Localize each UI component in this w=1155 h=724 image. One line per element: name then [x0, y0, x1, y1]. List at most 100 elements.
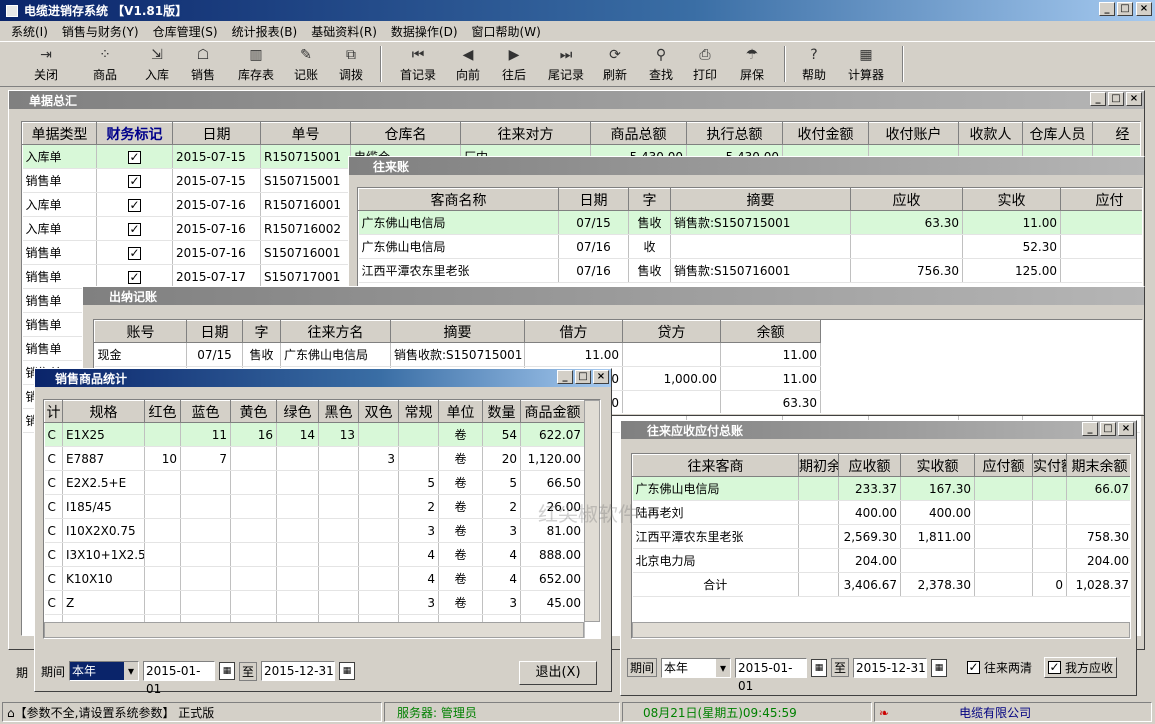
column-header[interactable]: 应收额	[838, 454, 901, 477]
column-header[interactable]: 蓝色	[180, 400, 231, 423]
arap-hscroll[interactable]	[632, 622, 1130, 638]
toolbar-button-3[interactable]: ☖ 销售	[178, 42, 228, 86]
column-header[interactable]: 绿色	[276, 400, 319, 423]
column-header[interactable]: 字	[242, 320, 281, 343]
toolbar-button-5[interactable]: ✎ 记账	[284, 42, 328, 86]
column-header[interactable]: 商品金额	[520, 400, 585, 423]
calendar-icon[interactable]: ▦	[339, 662, 356, 680]
menu-item-6[interactable]: 窗口帮助(W)	[465, 23, 548, 40]
column-header[interactable]: 仓库人员	[1022, 122, 1093, 145]
column-header[interactable]: 摘要	[670, 188, 851, 211]
toolbar-button-16[interactable]: ▦ 计算器	[836, 42, 896, 86]
settled-checkbox[interactable]: ✓	[967, 661, 981, 674]
table-row[interactable]: 合计 3,406.67 2,378.30 0 1,028.37	[632, 572, 1130, 597]
column-header[interactable]: 单号	[260, 122, 351, 145]
column-header[interactable]: 财务标记	[96, 122, 173, 145]
table-row[interactable]: 江西平潭农东里老张 2,569.30 1,811.00 758.30	[632, 524, 1130, 549]
maximize-button[interactable]: □	[1117, 2, 1133, 16]
column-header[interactable]: 执行总额	[686, 122, 783, 145]
column-header[interactable]: 黑色	[318, 400, 359, 423]
menu-item-3[interactable]: 统计报表(B)	[225, 23, 305, 40]
column-header[interactable]: 字	[628, 188, 671, 211]
column-header[interactable]: 借方	[524, 320, 623, 343]
menu-item-4[interactable]: 基础资料(R)	[304, 23, 384, 40]
column-header[interactable]: 收付账户	[868, 122, 959, 145]
menu-item-0[interactable]: 系统(I)	[4, 23, 55, 40]
table-row[interactable]: C I185/45 2 卷 2 26.00	[44, 494, 585, 519]
table-row[interactable]: 陆再老刘 400.00 400.00	[632, 500, 1130, 525]
table-row[interactable]: C I10X2X0.75 3 卷 3 81.00	[44, 518, 585, 543]
summary-close-button[interactable]: ×	[1126, 92, 1142, 106]
arap-end-date[interactable]: 2015-12-31	[853, 657, 928, 678]
column-header[interactable]: 日期	[172, 122, 261, 145]
column-header[interactable]: 实付额	[1032, 454, 1067, 477]
table-row[interactable]: C E2X2.5+E 5 卷 5 66.50	[44, 470, 585, 495]
column-header[interactable]: 往来方名	[280, 320, 391, 343]
close-button[interactable]: ×	[1136, 2, 1152, 16]
summary-maximize-button[interactable]: □	[1108, 92, 1124, 106]
toolbar-button-11[interactable]: ⟳ 刷新	[592, 42, 638, 86]
column-header[interactable]: 往来对方	[460, 122, 591, 145]
column-header[interactable]: 单位	[438, 400, 483, 423]
toolbar-button-7[interactable]: ⏮ 首记录	[388, 42, 448, 86]
finance-mark-checkbox[interactable]: ✓	[128, 222, 141, 236]
exit-button[interactable]: 退出(X)	[519, 661, 597, 685]
table-row[interactable]: 江西平潭农东里老张 07/16 售收 销售款:S150716001 756.30 125.…	[358, 258, 1142, 283]
toolbar-button-9[interactable]: ▶ 往后	[488, 42, 540, 86]
toolbar-button-13[interactable]: ⎙ 打印	[684, 42, 726, 86]
column-header[interactable]: 贷方	[622, 320, 721, 343]
finance-mark-checkbox[interactable]: ✓	[128, 270, 141, 284]
table-row[interactable]: C I3X10+1X2.5 4 卷 4 888.00	[44, 542, 585, 567]
table-row[interactable]: 广东佛山电信局 07/16 收 52.30	[358, 234, 1142, 259]
column-header[interactable]: 摘要	[390, 320, 525, 343]
column-header[interactable]: 计	[44, 400, 63, 423]
finance-mark-checkbox[interactable]: ✓	[128, 174, 141, 188]
column-header[interactable]: 日期	[558, 188, 629, 211]
column-header[interactable]: 规格	[62, 400, 145, 423]
column-header[interactable]: 应付	[1060, 188, 1142, 211]
column-header[interactable]: 单据类型	[22, 122, 97, 145]
column-header[interactable]: 应收	[850, 188, 963, 211]
calendar-icon[interactable]: ▦	[811, 658, 828, 677]
column-header[interactable]: 客商名称	[358, 188, 559, 211]
toolbar-button-2[interactable]: ⇲ 入库	[136, 42, 178, 86]
column-header[interactable]: 经	[1092, 122, 1140, 145]
table-row[interactable]: 广东佛山电信局 233.37 167.30 66.07	[632, 476, 1130, 501]
toolbar-button-12[interactable]: ⚲ 查找	[638, 42, 684, 86]
table-row[interactable]: 现金 07/15 售收 广东佛山电信局 销售收款:S150715001 11.00 11.0…	[94, 342, 821, 367]
calendar-icon[interactable]: ▦	[931, 658, 948, 677]
table-row[interactable]: 广东佛山电信局 07/15 售收 销售款:S150715001 63.30 11.00	[358, 210, 1142, 235]
receivable-toggle[interactable]: ✓ 我方应收	[1044, 657, 1118, 678]
table-row[interactable]: C Z 3 卷 3 45.00	[44, 590, 585, 615]
finance-mark-checkbox[interactable]: ✓	[128, 198, 141, 212]
sales-period-select[interactable]: 本年 ▾	[69, 661, 140, 681]
column-header[interactable]: 红色	[144, 400, 181, 423]
table-row[interactable]: C E1X25 11 16 14 13 卷 54 622.07	[44, 422, 585, 447]
column-header[interactable]: 常规	[398, 400, 439, 423]
sales-end-date[interactable]: 2015-12-31	[261, 661, 336, 681]
calendar-icon[interactable]: ▦	[219, 662, 236, 680]
arap-start-date[interactable]: 2015-01-01	[735, 657, 808, 693]
toolbar-button-4[interactable]: ▥ 库存表	[228, 42, 284, 86]
column-header[interactable]: 商品总额	[590, 122, 687, 145]
toolbar-button-1[interactable]: ⁘ 商品	[74, 42, 136, 86]
column-header[interactable]: 仓库名	[350, 122, 461, 145]
column-header[interactable]: 余额	[720, 320, 821, 343]
finance-mark-checkbox[interactable]: ✓	[128, 246, 141, 260]
table-row[interactable]: C E7887 10 7 3 卷 20 1,120.00	[44, 446, 585, 471]
column-header[interactable]: 往来客商	[632, 454, 799, 477]
menu-item-5[interactable]: 数据操作(D)	[384, 23, 465, 40]
column-header[interactable]: 收付金额	[782, 122, 869, 145]
sales-stats-hscroll[interactable]	[44, 622, 584, 638]
summary-minimize-button[interactable]: _	[1090, 92, 1106, 106]
arap-maximize-button[interactable]: □	[1100, 422, 1116, 436]
arap-close-button[interactable]: ×	[1118, 422, 1134, 436]
column-header[interactable]: 应付额	[974, 454, 1033, 477]
menu-item-1[interactable]: 销售与财务(Y)	[55, 23, 146, 40]
column-header[interactable]: 实收	[962, 188, 1061, 211]
column-header[interactable]: 期初余额	[798, 454, 839, 477]
toolbar-button-8[interactable]: ◀ 向前	[448, 42, 488, 86]
column-header[interactable]: 双色	[358, 400, 399, 423]
sales-stats-maximize-button[interactable]: □	[575, 370, 591, 384]
toolbar-button-10[interactable]: ⏭ 尾记录	[540, 42, 592, 86]
